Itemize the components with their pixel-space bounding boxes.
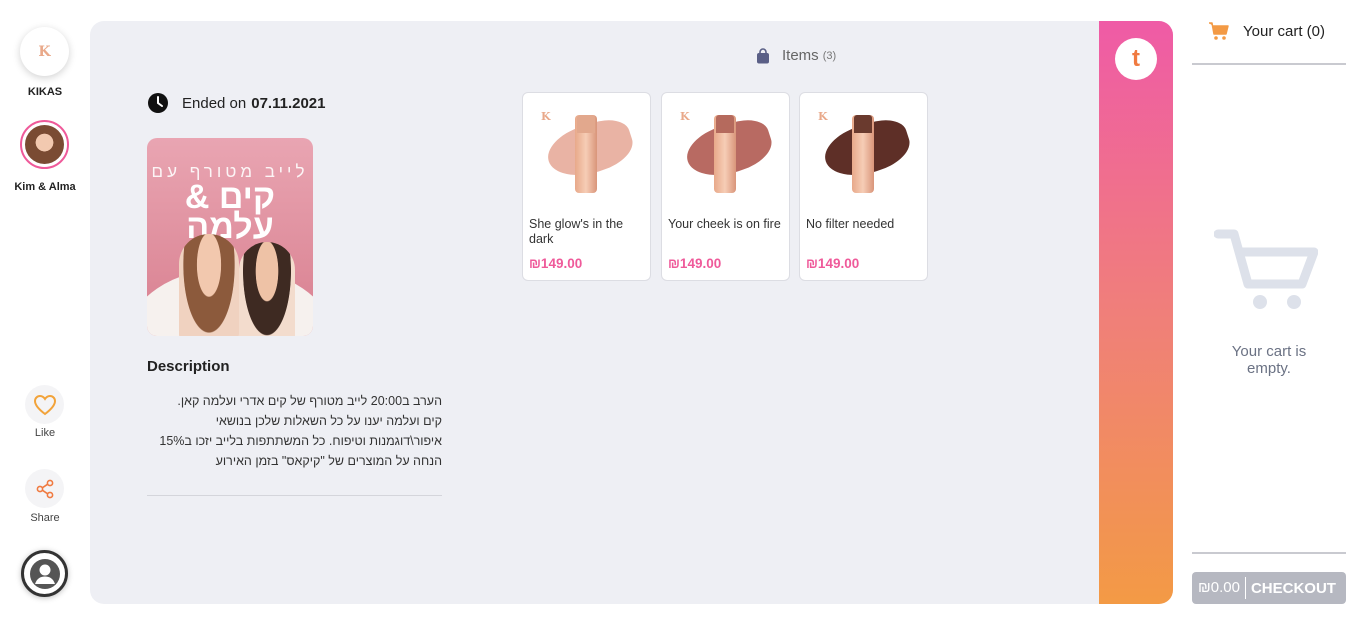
ended-date: 07.11.2021 [251, 94, 326, 112]
cart-empty-line: empty. [1247, 360, 1291, 377]
cart-empty-message: Your cart is empty. [1192, 343, 1346, 377]
product-price: ₪149.00 [529, 256, 583, 271]
heart-icon [33, 394, 56, 415]
description-divider [147, 495, 442, 496]
cart-icon [1209, 22, 1229, 40]
brand-logo-mark: K [38, 43, 51, 60]
description-line: הנחה על המוצרים של "קיקאס" בזמן האירוע [215, 454, 442, 468]
items-header: Items (3) [756, 47, 836, 64]
product-cap [854, 115, 872, 133]
cover-person-right [239, 242, 295, 336]
cart-empty-line: Your cart is [1231, 343, 1307, 360]
product-name[interactable]: She glow's in the dark [529, 217, 645, 247]
product-price: ₪149.00 [806, 256, 860, 271]
like-label: Like [34, 427, 56, 439]
items-count: (3) [822, 49, 837, 62]
user-icon [29, 558, 60, 589]
empty-cart-icon [1214, 229, 1318, 309]
checkout-button[interactable]: ₪0.00 CHECKOUT [1192, 572, 1346, 604]
description-line: קים ועלמה יענו על כל השאלות שלכן בנושאי [215, 414, 442, 428]
cart-divider-bottom [1192, 552, 1346, 554]
profile-button[interactable] [21, 550, 68, 597]
cart-header[interactable]: Your cart (0) [1208, 21, 1325, 41]
items-title: Items [782, 47, 819, 64]
product-cap [716, 115, 734, 133]
host-photo [25, 125, 64, 164]
product-card[interactable]: K Your cheek is on fire ₪149.00 [661, 92, 790, 281]
event-panel: Ended on 07.11.2021 לייב מטורף עם קים & … [90, 21, 1173, 604]
checkout-label: CHECKOUT [1250, 579, 1336, 597]
event-cover-image: לייב מטורף עם קים & עלמה [147, 138, 313, 336]
cover-person-left [179, 234, 239, 336]
brand-logo-mark: K [680, 110, 690, 123]
share-button[interactable] [25, 469, 64, 508]
like-button[interactable] [25, 385, 64, 424]
description-line: הערב ב20:00 לייב מטורף של קים אדרי ועלמה… [177, 394, 442, 408]
product-card[interactable]: K She glow's in the dark ₪149.00 [522, 92, 651, 281]
event-status: Ended on 07.11.2021 [148, 93, 325, 113]
cart-divider-top [1192, 63, 1346, 65]
share-label: Share [30, 512, 60, 524]
product-cap [577, 115, 595, 133]
product-name[interactable]: Your cheek is on fire [668, 217, 784, 232]
brand-name[interactable]: KIKAS [0, 86, 90, 98]
description-title: Description [147, 358, 230, 375]
ended-prefix: Ended on [182, 94, 247, 112]
product-price: ₪149.00 [668, 256, 722, 271]
cover-line2: קים & עלמה [184, 178, 276, 246]
brand-avatar[interactable]: K [20, 27, 69, 76]
description-line: איפור\דוגמנות וטיפוח. כל המשתתפות בלייב … [159, 434, 442, 448]
cart-total: ₪0.00 [1192, 577, 1246, 599]
host-avatar[interactable] [20, 120, 69, 169]
host-name[interactable]: Kim & Alma [0, 181, 90, 194]
brand-logo-mark: K [818, 110, 828, 123]
product-card[interactable]: K No filter needed ₪149.00 [799, 92, 928, 281]
brand-logo-mark: K [541, 110, 551, 123]
platform-logo[interactable]: t [1115, 38, 1157, 80]
shopping-bag-icon [757, 47, 769, 63]
brand-strip: t [1099, 21, 1173, 604]
share-icon [36, 479, 53, 498]
description-text: הערב ב20:00 לייב מטורף של קים אדרי ועלמה… [147, 391, 442, 471]
product-name[interactable]: No filter needed [806, 217, 922, 232]
clock-icon [148, 93, 168, 113]
cart-title: Your cart (0) [1243, 22, 1325, 40]
left-rail: K KIKAS Kim & Alma Like Share [0, 0, 90, 623]
